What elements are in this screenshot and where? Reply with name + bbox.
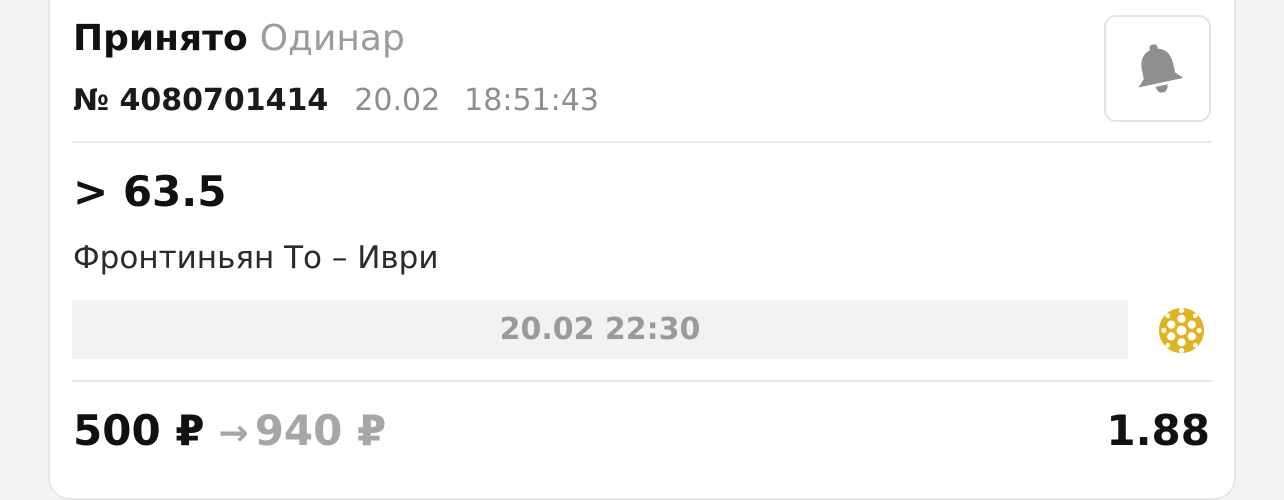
stake-payout: 500 ₽ → 940 ₽ [73, 404, 386, 461]
payout-amount: 940 ₽ [254, 406, 387, 455]
bet-type: Одинар [259, 18, 405, 59]
bet-selection: > 63.5 [73, 167, 227, 216]
bell-icon [1137, 43, 1183, 93]
event-name[interactable]: Фронтиньян То – Иври [73, 238, 439, 278]
stake-amount: 500 ₽ [73, 406, 205, 455]
bet-status: Принято [73, 18, 248, 59]
event-time-bar: 20.02 22:30 [72, 300, 1128, 359]
event-datetime: 20.02 22:30 [499, 312, 701, 347]
arrow-right-icon: → [218, 413, 249, 454]
divider-bottom [72, 380, 1212, 382]
bet-status-line: Принято Одинар [73, 16, 405, 62]
ticket-time: 18:51:43 [464, 83, 599, 118]
bet-odds: 1.88 [1106, 406, 1210, 455]
handball-icon [1158, 307, 1205, 354]
notification-button[interactable] [1104, 15, 1211, 122]
ticket-info: № 4080701414 20.02 18:51:43 [73, 81, 599, 121]
ticket-number: № 4080701414 [73, 83, 329, 118]
ticket-date: 20.02 [354, 83, 441, 118]
divider-top [72, 141, 1212, 143]
